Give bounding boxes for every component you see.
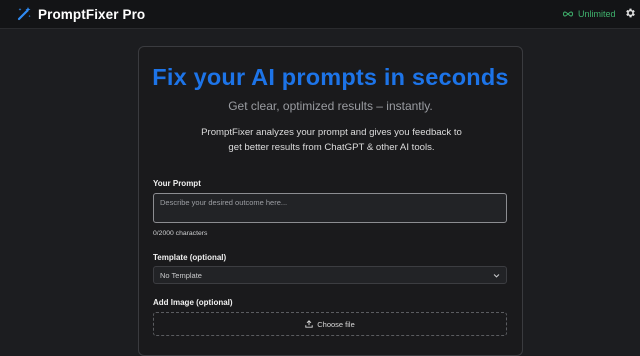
page-description: PromptFixer analyzes your prompt and giv… <box>201 127 462 153</box>
template-selected-value: No Template <box>160 271 202 280</box>
image-label: Add Image (optional) <box>153 298 233 307</box>
prompt-input[interactable] <box>153 193 507 223</box>
plan-badge: Unlimited <box>562 6 616 22</box>
brand-logo[interactable]: PromptFixer Pro <box>16 4 145 24</box>
gear-icon[interactable] <box>624 7 636 19</box>
infinity-icon <box>563 11 573 17</box>
page-title: Fix your AI prompts in seconds <box>152 64 509 90</box>
prompt-label: Your Prompt <box>153 179 201 188</box>
upload-icon <box>305 320 313 328</box>
chevron-down-icon <box>493 274 500 278</box>
choose-file-label: Choose file <box>317 319 355 329</box>
template-select[interactable]: No Template <box>153 266 507 284</box>
magic-wand-icon <box>17 7 31 21</box>
char-counter: 0/2000 characters <box>153 230 208 237</box>
page-subtitle: Get clear, optimized results – instantly… <box>228 99 433 113</box>
template-label: Template (optional) <box>153 253 227 262</box>
plan-label: Unlimited <box>578 9 616 19</box>
main-card: Fix your AI prompts in seconds Get clear… <box>138 46 523 356</box>
choose-file-button[interactable]: Choose file <box>153 312 507 336</box>
brand-name: PromptFixer Pro <box>38 6 146 22</box>
top-navbar: PromptFixer Pro Unlimited <box>0 0 640 29</box>
